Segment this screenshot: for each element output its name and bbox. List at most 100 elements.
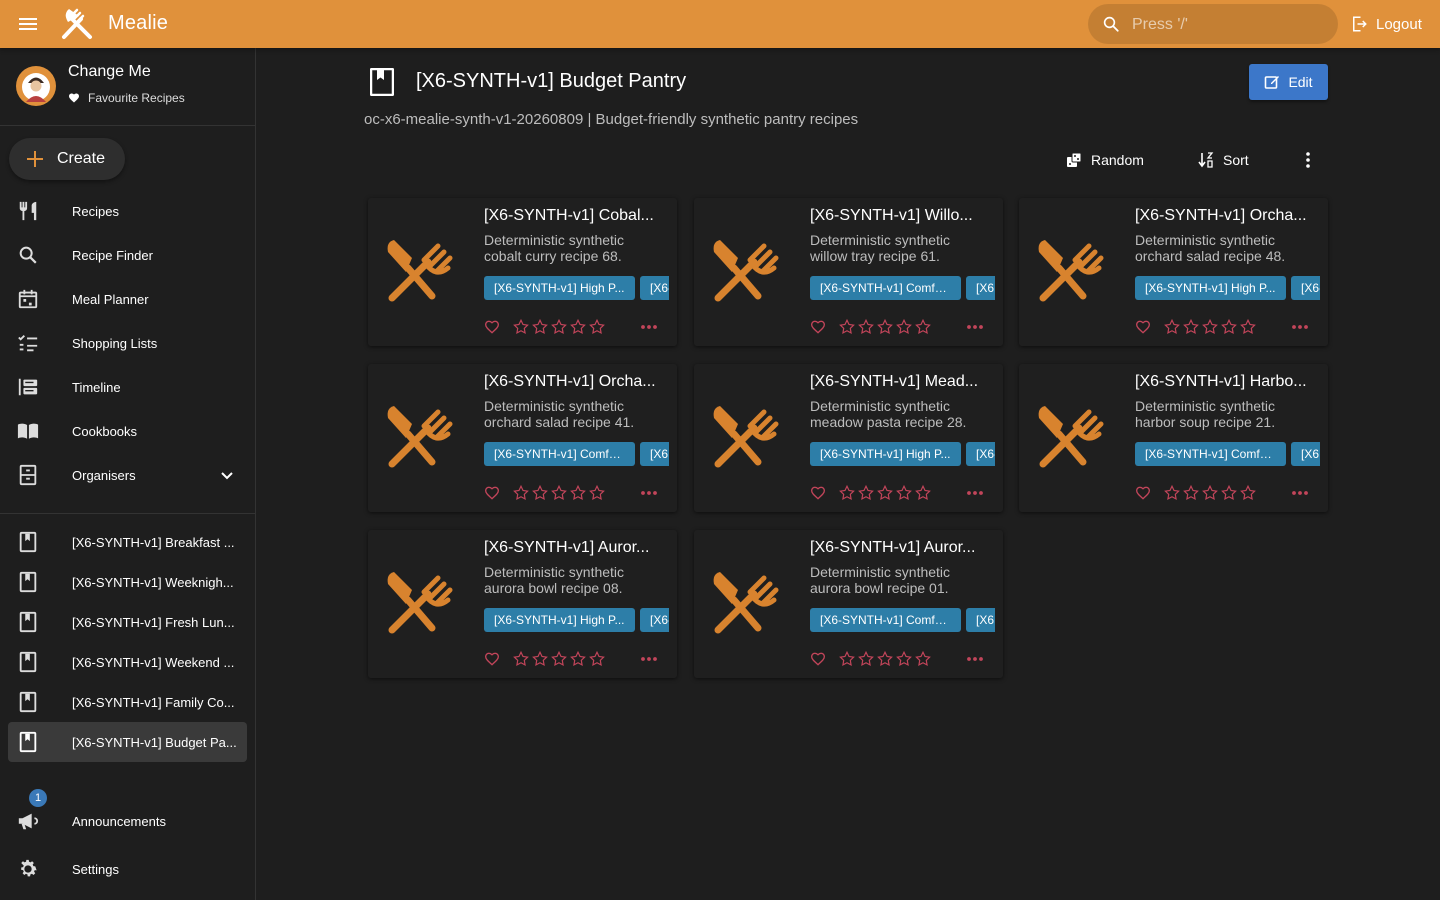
rating-stars[interactable] <box>838 650 932 668</box>
star-icon[interactable] <box>512 650 530 668</box>
recipe-title[interactable]: [X6-SYNTH-v1] Harbo... <box>1135 373 1321 391</box>
recipe-tag[interactable]: [X6-SYNTH-v1] Comfor... <box>810 276 961 300</box>
recipe-card[interactable]: [X6-SYNTH-v1] Orcha... Deterministic synt… <box>368 364 677 512</box>
favourite-recipes-link[interactable]: Favourite Recipes <box>68 91 185 105</box>
rating-stars[interactable] <box>838 484 932 502</box>
more-horiz-icon[interactable] <box>640 651 658 667</box>
star-icon[interactable] <box>857 650 875 668</box>
star-icon[interactable] <box>588 484 606 502</box>
more-vert-icon[interactable] <box>1298 150 1318 170</box>
favorite-heart-icon[interactable] <box>810 485 826 501</box>
search-input[interactable] <box>1130 4 1324 46</box>
recipe-card[interactable]: [X6-SYNTH-v1] Harbo... Deterministic synt… <box>1019 364 1328 512</box>
star-icon[interactable] <box>588 650 606 668</box>
recipe-image[interactable] <box>1031 394 1113 476</box>
favorite-heart-icon[interactable] <box>484 651 500 667</box>
recipe-title[interactable]: [X6-SYNTH-v1] Orcha... <box>1135 207 1321 225</box>
sidebar-cookbook-item[interactable]: [X6-SYNTH-v1] Breakfast ... <box>8 522 247 562</box>
favorite-heart-icon[interactable] <box>1135 319 1151 335</box>
star-icon[interactable] <box>1201 484 1219 502</box>
random-button[interactable]: Random <box>1066 148 1144 172</box>
star-icon[interactable] <box>1220 484 1238 502</box>
more-horiz-icon[interactable] <box>640 319 658 335</box>
create-button[interactable]: Create <box>9 138 125 180</box>
star-icon[interactable] <box>1239 318 1257 336</box>
recipe-image[interactable] <box>706 560 788 642</box>
star-icon[interactable] <box>838 650 856 668</box>
recipe-title[interactable]: [X6-SYNTH-v1] Orcha... <box>484 373 670 391</box>
sidebar-cookbook-item[interactable]: [X6-SYNTH-v1] Weekend ... <box>8 642 247 682</box>
sidebar-item-settings[interactable]: Settings <box>8 849 247 889</box>
sidebar-item-shopping-lists[interactable]: Shopping Lists <box>8 323 247 363</box>
star-icon[interactable] <box>1220 318 1238 336</box>
recipe-card[interactable]: [X6-SYNTH-v1] Mead... Deterministic synth… <box>694 364 1003 512</box>
rating-stars[interactable] <box>1163 318 1257 336</box>
star-icon[interactable] <box>512 318 530 336</box>
recipe-title[interactable]: [X6-SYNTH-v1] Auror... <box>484 539 670 557</box>
sidebar-item-cookbooks[interactable]: Cookbooks <box>8 411 247 451</box>
star-icon[interactable] <box>838 318 856 336</box>
recipe-title[interactable]: [X6-SYNTH-v1] Auror... <box>810 539 996 557</box>
star-icon[interactable] <box>512 484 530 502</box>
favorite-heart-icon[interactable] <box>810 651 826 667</box>
recipe-image[interactable] <box>706 394 788 476</box>
recipe-card[interactable]: [X6-SYNTH-v1] Willo... Deterministic synt… <box>694 198 1003 346</box>
avatar[interactable] <box>16 66 56 106</box>
star-icon[interactable] <box>1163 484 1181 502</box>
sidebar-item-meal-planner[interactable]: Meal Planner <box>8 279 247 319</box>
star-icon[interactable] <box>1182 484 1200 502</box>
recipe-tag[interactable]: [X6-SYNTH-v1] High P... <box>810 442 961 466</box>
sidebar-item-recipe-finder[interactable]: Recipe Finder <box>8 235 247 275</box>
sidebar-item-organisers[interactable]: Organisers <box>8 455 247 495</box>
edit-button[interactable]: Edit <box>1249 64 1328 100</box>
more-horiz-icon[interactable] <box>966 651 984 667</box>
star-icon[interactable] <box>531 484 549 502</box>
recipe-image[interactable] <box>380 228 462 310</box>
app-title[interactable]: Mealie <box>108 12 168 35</box>
recipe-tag[interactable]: [X6-SYNTH-v1] High P... <box>484 608 635 632</box>
sidebar-cookbook-item[interactable]: [X6-SYNTH-v1] Weeknigh... <box>8 562 247 602</box>
sidebar-cookbook-item-active[interactable]: [X6-SYNTH-v1] Budget Pa... <box>8 722 247 762</box>
star-icon[interactable] <box>550 484 568 502</box>
recipe-title[interactable]: [X6-SYNTH-v1] Willo... <box>810 207 996 225</box>
star-icon[interactable] <box>569 318 587 336</box>
more-horiz-icon[interactable] <box>966 319 984 335</box>
recipe-card[interactable]: [X6-SYNTH-v1] Auror... Deterministic synt… <box>694 530 1003 678</box>
star-icon[interactable] <box>550 318 568 336</box>
star-icon[interactable] <box>569 484 587 502</box>
sidebar-cookbook-item[interactable]: [X6-SYNTH-v1] Fresh Lun... <box>8 602 247 642</box>
recipe-tag[interactable]: [X6 <box>966 608 995 632</box>
recipe-tag[interactable]: [X6- <box>966 442 995 466</box>
recipe-title[interactable]: [X6-SYNTH-v1] Mead... <box>810 373 996 391</box>
recipe-image[interactable] <box>706 228 788 310</box>
recipe-tag[interactable]: [X6-SYNTH-v1] High P... <box>1135 276 1286 300</box>
recipe-tag[interactable]: [X6-SYNTH-v1] Comfor... <box>484 442 635 466</box>
recipe-tag[interactable]: [X6-SYNTH-v1] Comfor... <box>1135 442 1286 466</box>
star-icon[interactable] <box>1239 484 1257 502</box>
rating-stars[interactable] <box>838 318 932 336</box>
recipe-card[interactable]: [X6-SYNTH-v1] Cobal... Deterministic synt… <box>368 198 677 346</box>
sidebar-item-recipes[interactable]: Recipes <box>8 191 247 231</box>
search-box[interactable] <box>1088 4 1338 46</box>
menu-icon[interactable] <box>16 12 40 36</box>
star-icon[interactable] <box>838 484 856 502</box>
star-icon[interactable] <box>569 650 587 668</box>
recipe-tag[interactable]: [X6- <box>1291 276 1320 300</box>
rating-stars[interactable] <box>512 484 606 502</box>
recipe-tag[interactable]: [X6 <box>1291 442 1320 466</box>
favorite-heart-icon[interactable] <box>810 319 826 335</box>
recipe-tag[interactable]: [X6- <box>640 608 669 632</box>
star-icon[interactable] <box>857 484 875 502</box>
rating-stars[interactable] <box>512 318 606 336</box>
recipe-image[interactable] <box>380 394 462 476</box>
rating-stars[interactable] <box>512 650 606 668</box>
recipe-image[interactable] <box>1031 228 1113 310</box>
star-icon[interactable] <box>895 318 913 336</box>
recipe-tag[interactable]: [X6- <box>640 276 669 300</box>
star-icon[interactable] <box>876 484 894 502</box>
star-icon[interactable] <box>1163 318 1181 336</box>
sidebar-item-timeline[interactable]: Timeline <box>8 367 247 407</box>
star-icon[interactable] <box>550 650 568 668</box>
star-icon[interactable] <box>1201 318 1219 336</box>
star-icon[interactable] <box>876 318 894 336</box>
